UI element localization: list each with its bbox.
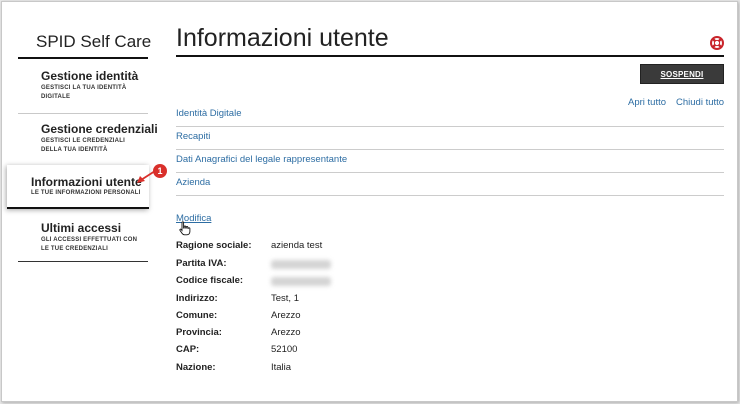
accordion-dati-anagrafici[interactable]: Dati Anagrafici del legale rappresentant… — [176, 149, 724, 173]
sidebar-item-title: Ultimi accessi — [41, 221, 122, 235]
title-divider — [176, 55, 724, 57]
page-title: Informazioni utente — [176, 24, 389, 52]
redaction-blur — [271, 260, 331, 269]
field-label: Ragione sociale: — [176, 240, 252, 251]
accordion-azienda[interactable]: Azienda — [176, 172, 724, 196]
accordion-identita-digitale[interactable]: Identità Digitale — [176, 103, 724, 127]
field-value: Test, 1 — [271, 293, 299, 304]
callout-badge: 1 — [153, 164, 167, 178]
app-window: SPID Self Care Gestione identità GESTISC… — [1, 1, 738, 402]
sidebar-item-subtitle: GLI ACCESSI EFFETTUATI CON LE TUE CREDEN… — [41, 237, 138, 252]
field-label: CAP: — [176, 344, 200, 355]
field-label: Nazione: — [176, 362, 216, 373]
hand-cursor-icon — [179, 221, 191, 236]
field-label: Provincia: — [176, 327, 222, 338]
suspend-identity-button[interactable]: SOSPENDI IDENTITÀ — [640, 64, 724, 99]
accordion-label: Azienda — [176, 177, 211, 188]
sidebar-item-subtitle: GESTISCI LE CREDENZIALI DELLA TUA IDENTI… — [41, 138, 125, 153]
sidebar-item-subtitle: LE TUE INFORMAZIONI PERSONALI — [31, 190, 141, 196]
accordion-label: Dati Anagrafici del legale rappresentant… — [176, 154, 348, 165]
field-value-redacted — [271, 275, 331, 289]
sidebar-item-title: Informazioni utente — [31, 175, 142, 189]
field-label: Indirizzo: — [176, 293, 218, 304]
sidebar-item-informazioni-utente[interactable]: Informazioni utente LE TUE INFORMAZIONI … — [7, 165, 149, 209]
accordion-recapiti[interactable]: Recapiti — [176, 126, 724, 150]
field-value: Arezzo — [271, 327, 301, 338]
field-label: Partita IVA: — [176, 258, 227, 269]
sidebar-item-subtitle: GESTISCI LA TUA IDENTITÀ DIGITALE — [41, 85, 127, 100]
brand-title: SPID Self Care — [36, 32, 152, 51]
field-value: azienda test — [271, 240, 323, 251]
sidebar-divider — [18, 113, 148, 114]
field-value: Italia — [271, 362, 292, 373]
accordion-label: Recapiti — [176, 131, 211, 142]
sidebar-item-title: Gestione credenziali — [41, 122, 158, 136]
sidebar-item-title: Gestione identità — [41, 69, 139, 83]
lifebuoy-icon[interactable] — [710, 36, 724, 50]
field-value: Arezzo — [271, 310, 301, 321]
sidebar-item-gestione-credenziali[interactable]: Gestione credenziali GESTISCI LE CREDENZ… — [18, 122, 158, 162]
sidebar-item-gestione-identita[interactable]: Gestione identità GESTISCI LA TUA IDENTI… — [18, 69, 148, 109]
accordion-label: Identità Digitale — [176, 108, 242, 119]
field-label: Codice fiscale: — [176, 275, 244, 286]
brand-divider — [18, 57, 148, 59]
field-value: 52100 — [271, 344, 298, 355]
redaction-blur — [271, 277, 331, 286]
sidebar-item-ultimi-accessi[interactable]: Ultimi accessi GLI ACCESSI EFFETTUATI CO… — [18, 221, 148, 261]
field-value-redacted — [271, 258, 331, 272]
sidebar-divider — [18, 261, 148, 262]
field-label: Comune: — [176, 310, 218, 321]
